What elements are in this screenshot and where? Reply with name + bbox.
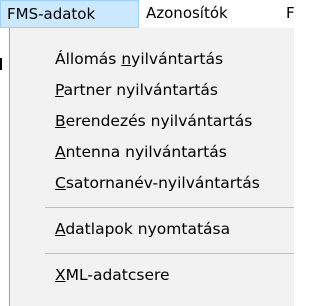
menu-item-adatlapok[interactable]: Adatlapok nyomtatása: [55, 214, 230, 244]
fms-adatok-dropdown: Állomás nyilvántartás Partner nyilvántar…: [9, 28, 294, 306]
menu-item-antenna[interactable]: Antenna nyilvántartás: [55, 137, 227, 167]
menu-item-label-part: yilvántartás: [131, 50, 224, 68]
menu-item-mnemonic: A: [55, 143, 66, 161]
menu-item-mnemonic: C: [55, 174, 66, 192]
menu-item-label-part: Állomás: [55, 50, 122, 68]
menu-next-truncated[interactable]: F: [286, 0, 294, 28]
menu-item-label-part: satornanév-nyilvántartás: [65, 174, 260, 192]
menu-item-label-part: ML-adatcsere: [65, 266, 170, 284]
menu-bar: FMS-adatok Azonosítók F: [0, 0, 294, 29]
menu-item-label-part: ntenna nyilvántartás: [65, 143, 227, 161]
menu-item-allomas[interactable]: Állomás nyilvántartás: [55, 44, 223, 74]
menu-item-mnemonic: A: [55, 220, 66, 238]
menu-item-label-part: datlapok nyomtatása: [65, 220, 231, 238]
window-edge-mark: [0, 58, 2, 70]
menu-item-csatornanev[interactable]: Csatornanév-nyilvántartás: [55, 168, 260, 198]
menu-fms-adatok[interactable]: FMS-adatok: [0, 0, 139, 28]
menu-item-label-part: artner nyilvántartás: [63, 81, 218, 99]
menu-item-xml[interactable]: XML-adatcsere: [55, 260, 170, 290]
menu-item-mnemonic: P: [55, 81, 64, 99]
screen: FMS-adatok Azonosítók F Állomás nyilvánt…: [0, 0, 294, 306]
menu-separator: [45, 253, 294, 254]
menu-item-partner[interactable]: Partner nyilvántartás: [55, 75, 218, 105]
menu-azonositok[interactable]: Azonosítók: [146, 0, 228, 28]
menu-item-mnemonic: X: [55, 266, 66, 284]
menu-item-mnemonic: n: [121, 50, 132, 68]
menu-item-berendezes[interactable]: Berendezés nyilvántartás: [55, 106, 252, 136]
menu-item-label-part: erendezés nyilvántartás: [65, 112, 253, 130]
menu-separator: [45, 207, 294, 208]
menu-item-mnemonic: B: [55, 112, 66, 130]
